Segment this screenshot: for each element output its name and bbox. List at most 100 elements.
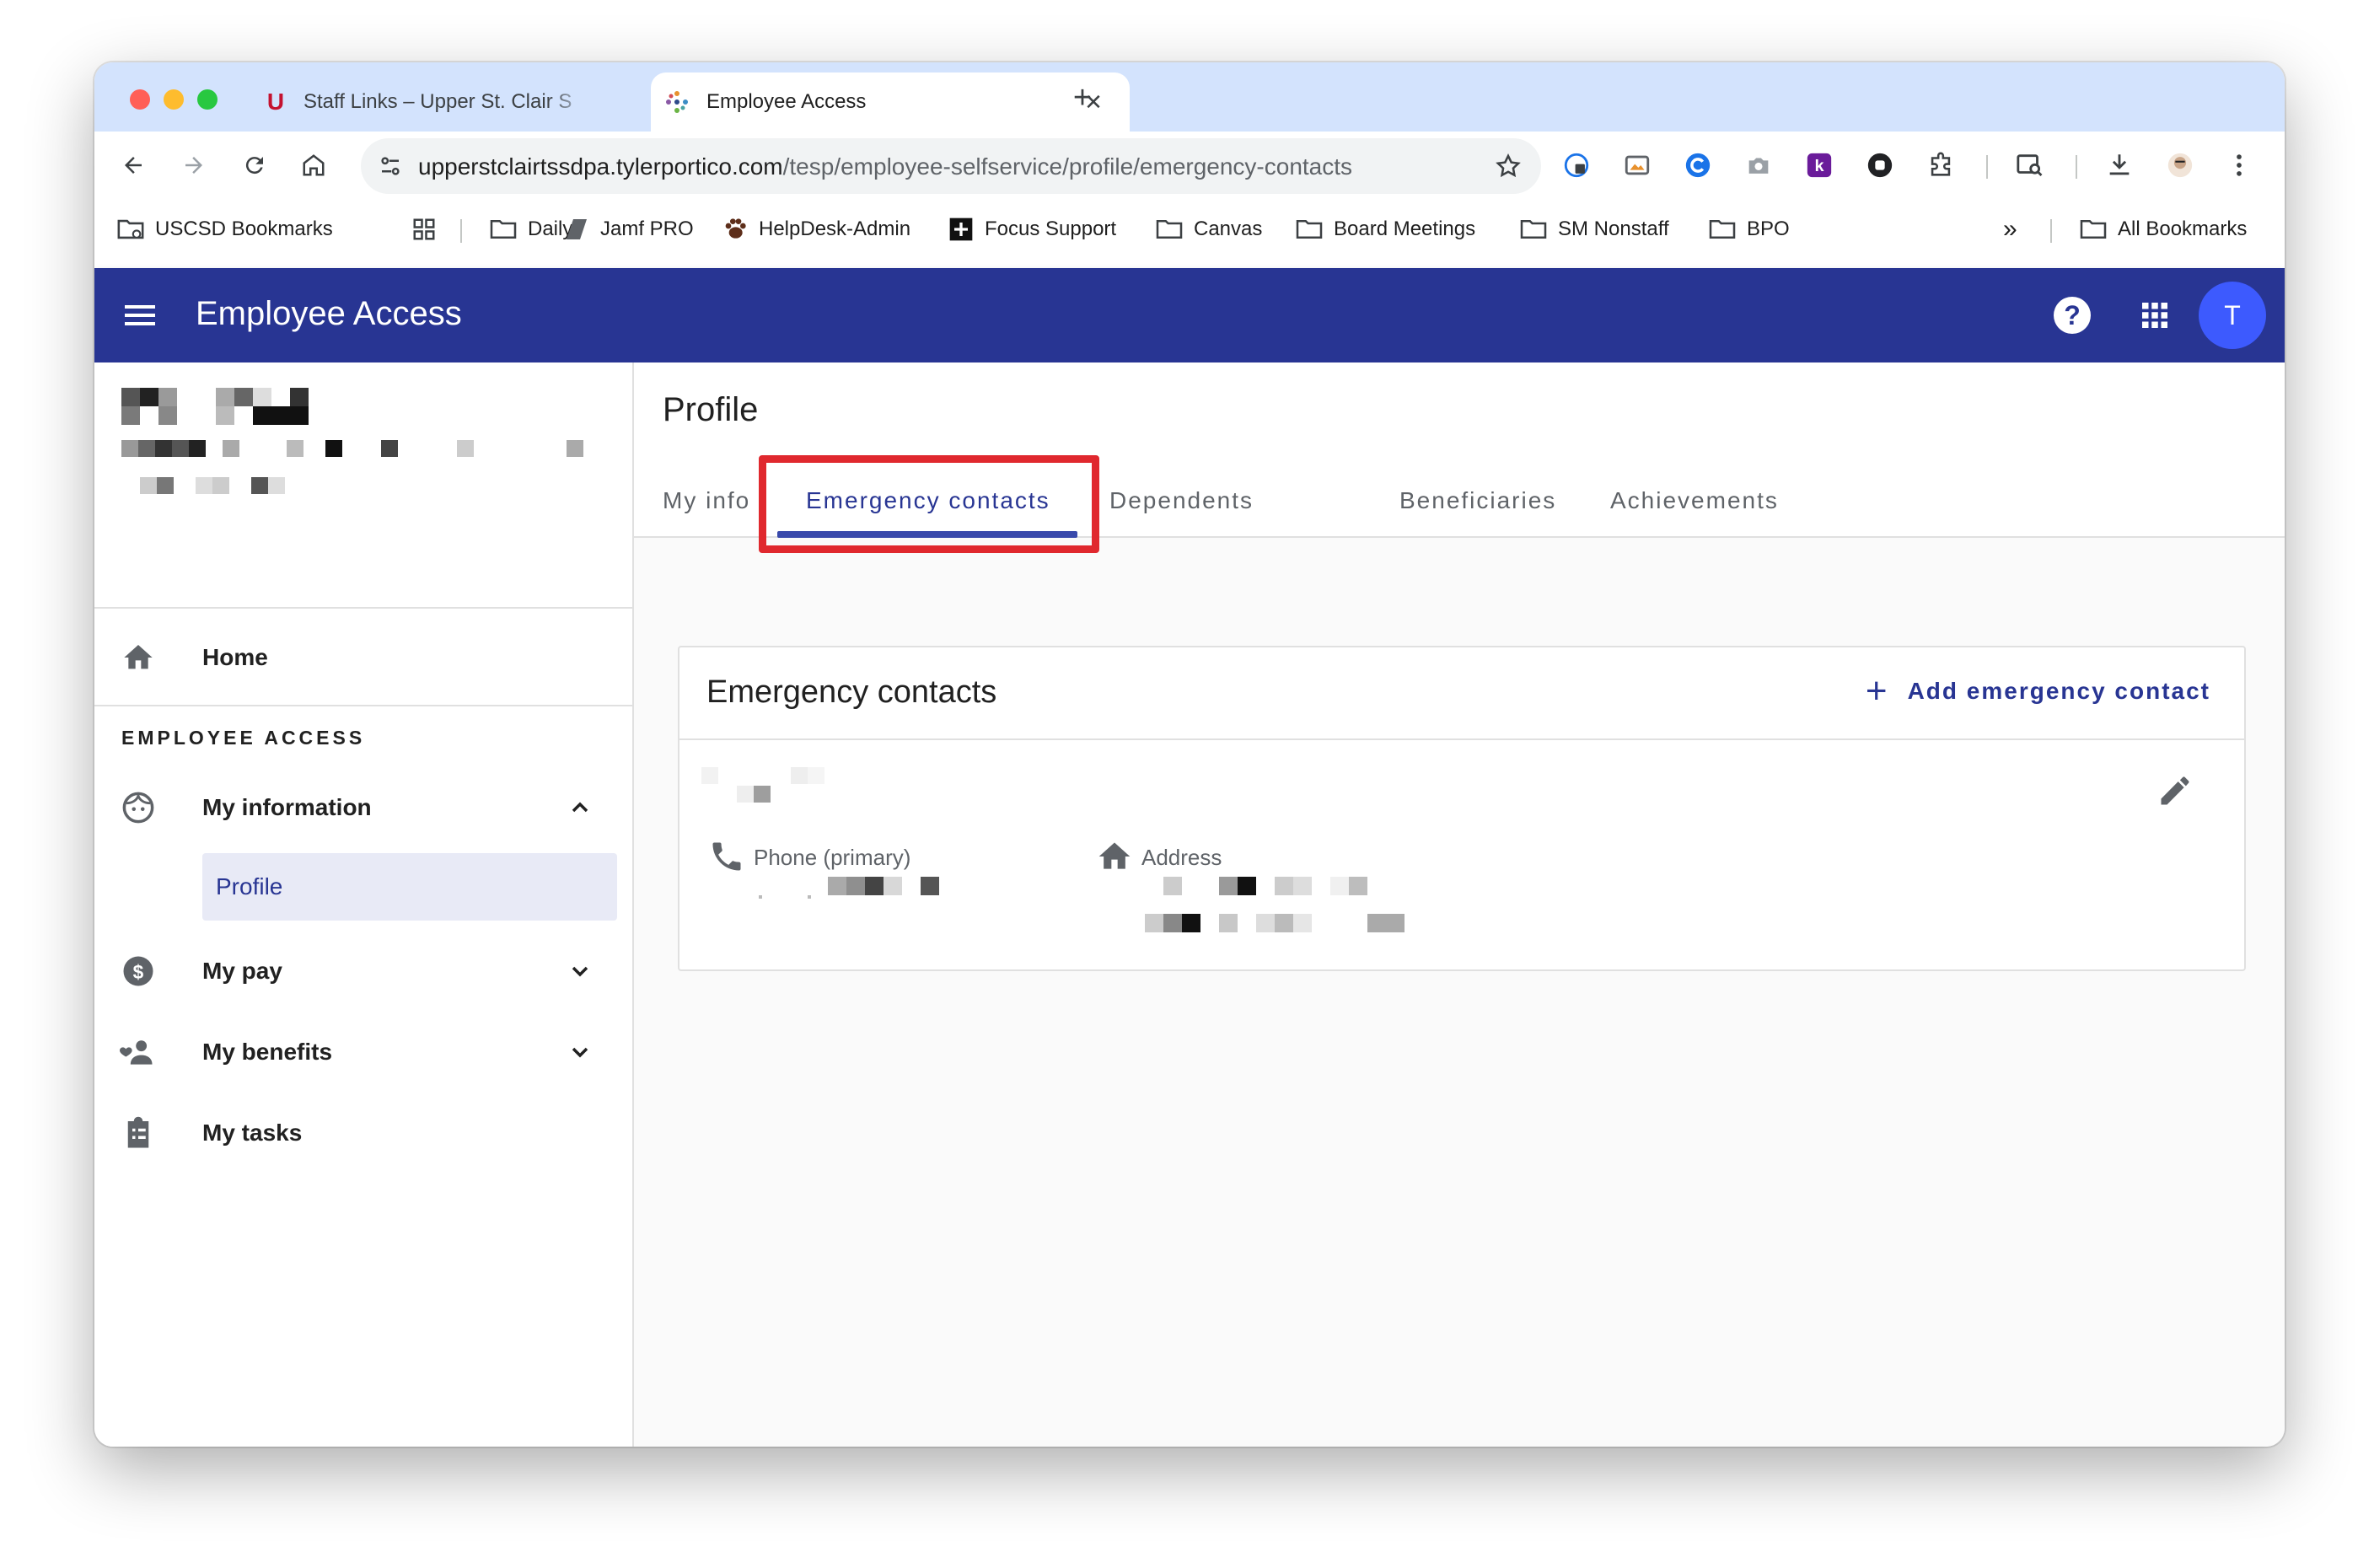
usc-logo-icon: U xyxy=(266,89,285,115)
help-icon[interactable]: ? xyxy=(2054,297,2091,334)
card-header: Emergency contacts + Add emergency conta… xyxy=(679,647,2244,740)
extensions-puzzle-icon[interactable] xyxy=(1922,147,1959,184)
address-bar[interactable]: upperstclairtssdpa.tylerportico.com/tesp… xyxy=(361,138,1541,194)
bookmark-helpdesk[interactable]: HelpDesk-Admin xyxy=(722,214,910,244)
chevron-up-icon[interactable] xyxy=(567,794,594,821)
bookmark-uscsd[interactable]: USCSD Bookmarks xyxy=(116,214,333,244)
sidebar-item-my-pay[interactable]: $ My pay xyxy=(94,941,632,1001)
sidebar-divider xyxy=(94,705,632,706)
bookmark-label: Board Meetings xyxy=(1334,217,1476,240)
password-manager-icon[interactable] xyxy=(1558,147,1595,184)
url-path: /tesp/employee-selfservice/profile/emerg… xyxy=(782,153,1353,180)
bookmark-canvas[interactable]: Canvas xyxy=(1155,214,1262,244)
back-icon[interactable] xyxy=(115,147,152,184)
tab-strip: U Staff Links – Upper St. Clair S ✕ Empl… xyxy=(94,62,2285,132)
chevron-down-icon[interactable] xyxy=(567,1039,594,1066)
download-icon[interactable] xyxy=(2101,147,2138,184)
sidebar-divider xyxy=(94,607,632,609)
sidebar-item-label: My benefits xyxy=(202,1039,333,1065)
forward-icon[interactable] xyxy=(175,147,212,184)
browser-window: U Staff Links – Upper St. Clair S ✕ Empl… xyxy=(94,62,2285,1447)
emergency-contacts-card: Emergency contacts + Add emergency conta… xyxy=(678,646,2246,971)
svg-text:$: $ xyxy=(133,961,144,983)
app-header: Employee Access ? T xyxy=(94,268,2285,362)
home-address-icon xyxy=(1096,838,1133,875)
sidebar-subitem-label: Profile xyxy=(216,873,283,899)
apps-grid-icon[interactable] xyxy=(2138,298,2172,332)
url-host: upperstclairtssdpa.tylerportico.com xyxy=(418,153,783,180)
annotation-highlight-box xyxy=(759,455,1099,553)
folder-icon xyxy=(1520,219,1547,239)
all-bookmarks-button[interactable]: All Bookmarks xyxy=(2079,214,2247,244)
grid-icon xyxy=(413,218,435,240)
user-avatar[interactable]: T xyxy=(2199,282,2266,349)
card-title: Emergency contacts xyxy=(706,674,997,710)
reload-icon[interactable] xyxy=(236,147,273,184)
sidebar-item-profile[interactable]: Profile xyxy=(202,853,617,921)
bookmark-star-icon[interactable] xyxy=(1494,152,1523,185)
bookmarks-overflow-button[interactable]: » xyxy=(2003,214,2017,244)
url-text[interactable]: upperstclairtssdpa.tylerportico.com/tesp… xyxy=(418,153,1352,180)
bookmark-label: Jamf PRO xyxy=(600,217,694,240)
bookmark-separator xyxy=(2050,219,2052,243)
search-tabs-icon[interactable] xyxy=(2011,147,2049,184)
site-settings-icon[interactable] xyxy=(378,153,403,183)
browser-tab-employee-access[interactable]: Employee Access ✕ xyxy=(651,72,1130,132)
hamburger-menu-icon[interactable] xyxy=(121,298,158,332)
bookmarks-bar: USCSD Bookmarks Daily Jamf PRO HelpDesk-… xyxy=(94,199,2285,260)
face-icon xyxy=(120,789,157,826)
minimize-window-button[interactable] xyxy=(164,89,184,110)
tyler-logo-icon xyxy=(663,88,691,116)
sidebar-item-my-benefits[interactable]: My benefits xyxy=(94,1022,632,1082)
bookmark-label: Focus Support xyxy=(985,217,1117,240)
bookmark-label: USCSD Bookmarks xyxy=(155,217,333,240)
folder-icon xyxy=(490,219,517,239)
close-window-button[interactable] xyxy=(130,89,150,110)
sidebar-item-my-tasks[interactable]: My tasks xyxy=(94,1103,632,1163)
plus-icon: + xyxy=(1865,670,1889,712)
bookmark-daily[interactable]: Daily xyxy=(489,214,572,244)
page-title: Profile xyxy=(663,391,759,428)
new-tab-button[interactable]: + xyxy=(1064,79,1101,116)
more-menu-icon[interactable] xyxy=(2221,147,2258,184)
tab-my-info[interactable]: My info xyxy=(663,487,750,514)
tab-achievements[interactable]: Achievements xyxy=(1610,487,1779,514)
folder-icon xyxy=(1709,219,1736,239)
bookmark-board-meetings[interactable]: Board Meetings xyxy=(1295,214,1475,244)
address-label: Address xyxy=(1141,845,1222,870)
add-emergency-contact-button[interactable]: + Add emergency contact xyxy=(1865,670,2210,712)
maximize-window-button[interactable] xyxy=(197,89,218,110)
bookmark-apps[interactable] xyxy=(411,214,447,244)
bookmark-bpo[interactable]: BPO xyxy=(1708,214,1790,244)
bookmark-label: SM Nonstaff xyxy=(1558,217,1669,240)
paw-icon xyxy=(725,218,746,239)
home-icon[interactable] xyxy=(295,147,332,184)
bookmark-label: HelpDesk-Admin xyxy=(759,217,911,240)
bookmark-sm-nonstaff[interactable]: SM Nonstaff xyxy=(1519,214,1669,244)
bookmark-focus[interactable]: Focus Support xyxy=(948,214,1116,244)
profile-header: Profile My info Emergency contacts Depen… xyxy=(634,362,2285,553)
screen-cast-icon[interactable] xyxy=(1619,147,1656,184)
tab-beneficiaries[interactable]: Beneficiaries xyxy=(1399,487,1556,514)
profile-avatar-icon[interactable] xyxy=(2162,147,2199,184)
sidebar-item-home[interactable]: Home xyxy=(94,627,632,688)
tab-dependents[interactable]: Dependents xyxy=(1109,487,1254,514)
sidebar: Home EMPLOYEE ACCESS My information Prof… xyxy=(94,362,634,1447)
bitwarden-extension-icon[interactable] xyxy=(1861,147,1899,184)
chevron-down-icon[interactable] xyxy=(567,958,594,985)
edit-pencil-icon[interactable] xyxy=(2156,772,2194,809)
clipboard-icon xyxy=(120,1114,157,1152)
k-extension-icon[interactable]: k xyxy=(1801,147,1838,184)
grammar-extension-icon[interactable] xyxy=(1679,147,1716,184)
sidebar-item-label: My pay xyxy=(202,958,282,984)
camera-icon[interactable] xyxy=(1740,147,1777,184)
sidebar-item-label: Home xyxy=(202,644,268,670)
sidebar-item-label: My tasks xyxy=(202,1120,303,1146)
sidebar-item-my-information[interactable]: My information xyxy=(94,777,632,838)
bookmark-separator xyxy=(460,219,462,243)
bookmark-label: Canvas xyxy=(1194,217,1263,240)
folder-icon xyxy=(1156,219,1183,239)
home-icon xyxy=(120,639,157,676)
bookmark-jamf[interactable]: Jamf PRO xyxy=(563,214,694,244)
plus-box-icon xyxy=(949,217,973,241)
